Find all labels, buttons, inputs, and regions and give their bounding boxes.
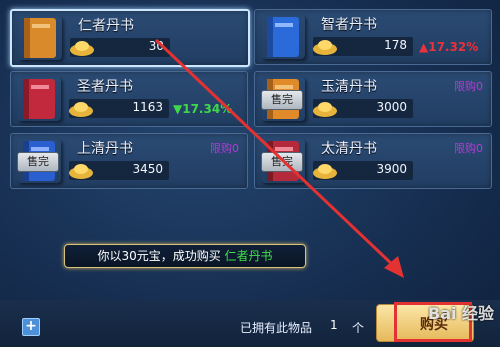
gold-ingot-icon [313, 164, 337, 179]
up-arrow-icon: ▲ [419, 40, 429, 54]
price-trend-down: ▼17.34% [173, 102, 232, 116]
owned-label: 已拥有此物品 [240, 321, 313, 335]
purchase-limit: 限购0 [210, 142, 239, 155]
purchase-toast: 你以30元宝，成功购买 仁者丹书 [64, 244, 306, 268]
item-name: 圣者丹书 [77, 79, 133, 95]
book-icon: 售完 [17, 139, 61, 183]
purchase-limit: 限购0 [454, 142, 483, 155]
down-arrow-icon: ▼ [173, 102, 183, 116]
book-icon [18, 16, 62, 60]
gold-ingot-icon [313, 40, 337, 55]
item-name: 智者丹书 [321, 17, 377, 33]
gold-ingot-icon [313, 102, 337, 117]
shop-item-card[interactable]: 售完 上清丹书 限购0 3450 [10, 133, 248, 189]
owned-count: 1 [330, 318, 338, 332]
price-box: 3000 [313, 99, 413, 118]
item-name: 玉清丹书 [321, 79, 377, 95]
book-icon: 售完 [261, 139, 305, 183]
item-price: 178 [384, 38, 407, 52]
shop-item-card[interactable]: 仁者丹书 30 [10, 9, 250, 67]
book-icon: 售完 [261, 77, 305, 121]
item-price: 30 [148, 39, 164, 53]
gold-ingot-icon [70, 41, 94, 56]
shop-item-card[interactable]: 智者丹书 178 ▲17.32% [254, 9, 492, 65]
price-box: 178 [313, 37, 413, 56]
price-trend-up: ▲17.32% [419, 40, 478, 54]
trend-value: 17.34% [182, 102, 233, 116]
book-icon [17, 77, 61, 121]
item-price: 1163 [132, 100, 163, 114]
price-box: 3900 [313, 161, 413, 180]
item-name: 上清丹书 [77, 141, 133, 157]
trend-value: 17.32% [428, 40, 479, 54]
toast-text: 你以30元宝，成功购买 [97, 249, 221, 263]
price-box: 3450 [69, 161, 169, 180]
item-price: 3900 [376, 162, 407, 176]
price-box: 1163 [69, 99, 169, 118]
price-box: 30 [70, 38, 170, 57]
toast-item-name: 仁者丹书 [224, 249, 273, 263]
watermark-logo: Bai 经验 [428, 304, 495, 323]
shop-item-card[interactable]: 圣者丹书 1163 ▼17.34% [10, 71, 248, 127]
owned-unit: 个 [352, 321, 365, 335]
item-name: 仁者丹书 [78, 18, 134, 34]
shop-item-card[interactable]: 售完 太清丹书 限购0 3900 [254, 133, 492, 189]
add-button[interactable]: + [22, 318, 40, 336]
item-name: 太清丹书 [321, 141, 377, 157]
gold-ingot-icon [69, 102, 93, 117]
item-price: 3450 [132, 162, 163, 176]
shop-item-card[interactable]: 售完 玉清丹书 限购0 3000 [254, 71, 492, 127]
gold-ingot-icon [69, 164, 93, 179]
sold-out-badge: 售完 [261, 90, 303, 110]
book-icon [261, 15, 305, 59]
sold-out-badge: 售完 [17, 152, 59, 172]
sold-out-badge: 售完 [261, 152, 303, 172]
item-price: 3000 [376, 100, 407, 114]
shop-panel: 仁者丹书 30 智者丹书 178 ▲17.32% 圣者丹书 1163 ▼17.3… [0, 0, 500, 290]
purchase-limit: 限购0 [454, 80, 483, 93]
